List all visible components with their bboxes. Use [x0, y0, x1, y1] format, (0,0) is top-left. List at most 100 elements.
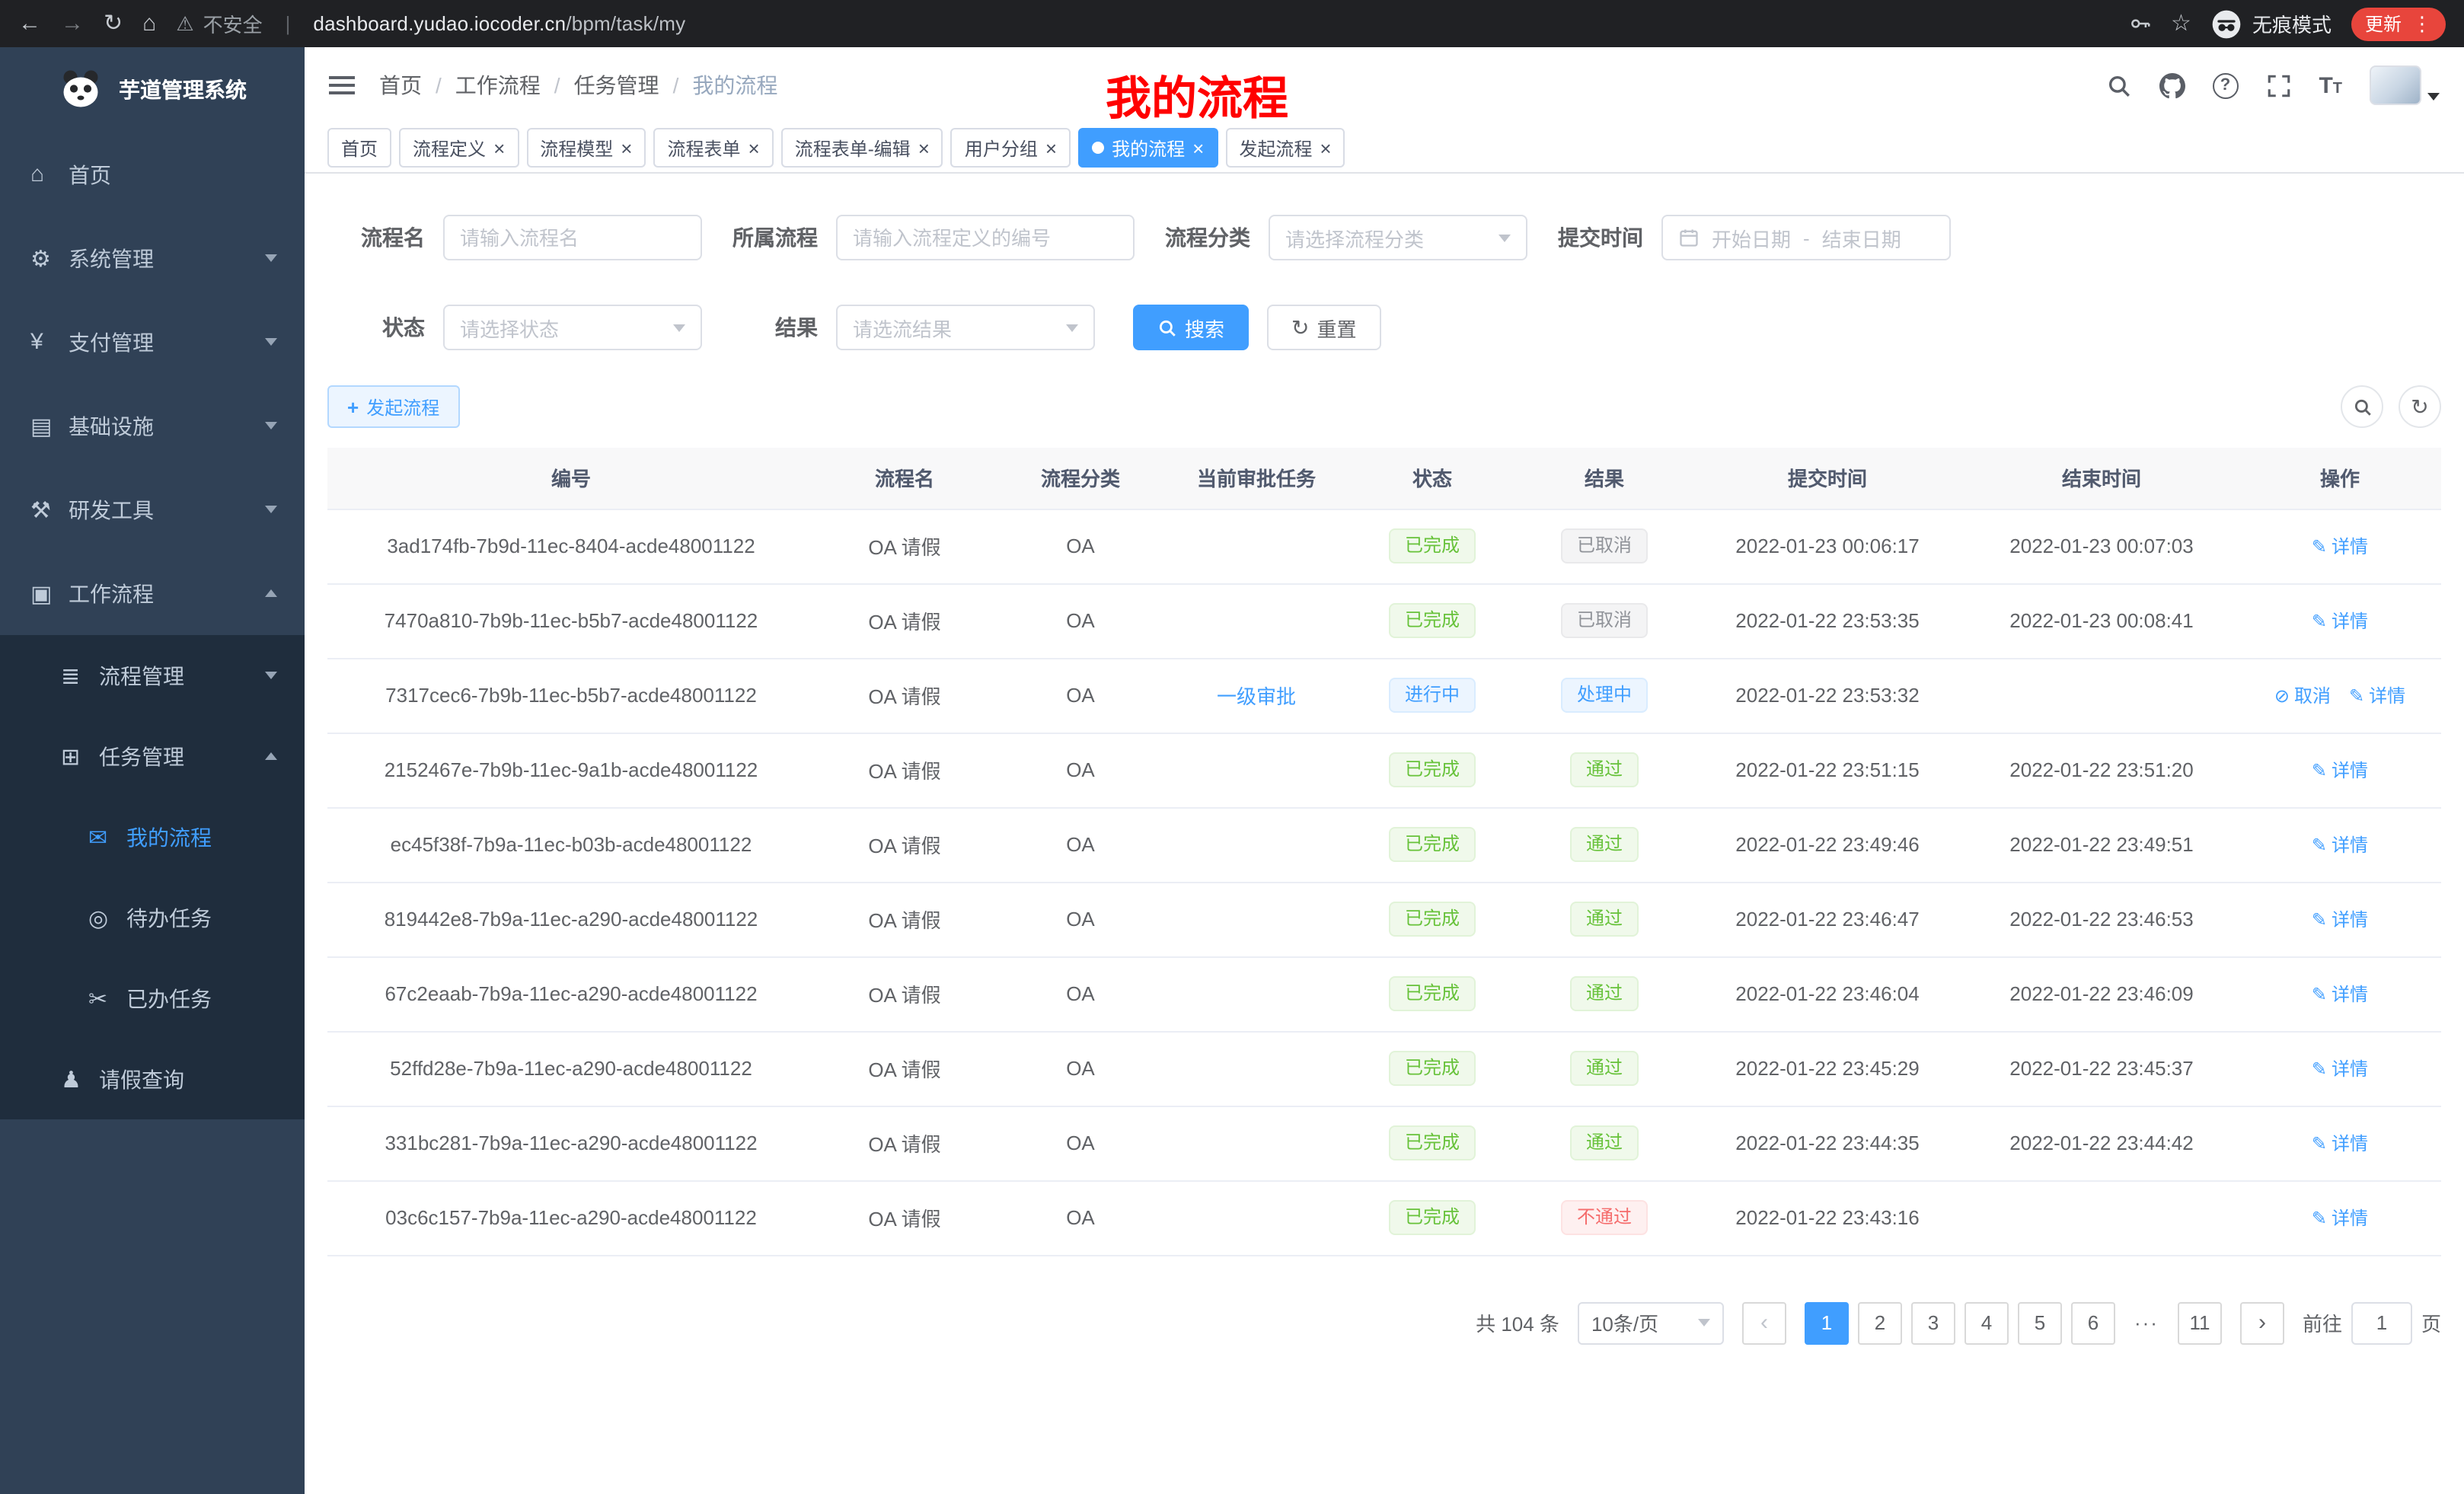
back-icon[interactable]: ← [18, 12, 41, 35]
sidebar-item-todo-tasks[interactable]: ◎待办任务 [0, 877, 305, 958]
detail-link[interactable]: ✎详情 [2312, 1205, 2368, 1231]
sidebar-item-workflow[interactable]: ▣工作流程 [0, 551, 305, 635]
refresh-icon: ↻ [1291, 317, 1309, 338]
sidebar-item-task-management[interactable]: ⊞任务管理 [0, 716, 305, 796]
detail-link[interactable]: ✎详情 [2312, 981, 2368, 1007]
detail-link[interactable]: ✎详情 [2312, 832, 2368, 857]
pagination-page-4[interactable]: 4 [1964, 1301, 2009, 1344]
start-date-placeholder: 开始日期 [1712, 223, 1791, 252]
home-icon[interactable]: ⌂ [142, 12, 156, 35]
close-icon[interactable]: × [1192, 138, 1204, 158]
cell-category: OA [994, 1106, 1167, 1180]
key-icon[interactable] [2128, 12, 2151, 35]
category-select[interactable]: 请选择流程分类 [1269, 215, 1527, 260]
workflow-icon: ▣ [30, 579, 69, 607]
cell-status: 已完成 [1346, 733, 1518, 807]
detail-link[interactable]: ✎详情 [2312, 533, 2368, 559]
search-button[interactable]: 搜索 [1133, 305, 1249, 350]
navbar-icons: ? TT [2105, 65, 2440, 105]
cancel-link[interactable]: ⊘取消 [2274, 682, 2331, 708]
sidebar-item-infrastructure[interactable]: ▤基础设施 [0, 384, 305, 468]
sidebar-item-done-tasks[interactable]: ✂已办任务 [0, 958, 305, 1039]
sidebar-item-leave-query[interactable]: ♟请假查询 [0, 1039, 305, 1119]
close-icon[interactable]: × [621, 138, 632, 158]
status-badge: 已完成 [1390, 901, 1475, 937]
app-logo[interactable]: 芋道管理系统 [0, 47, 305, 132]
tab-start-process[interactable]: 发起流程× [1225, 128, 1345, 168]
close-icon[interactable]: × [748, 138, 760, 158]
user-menu[interactable] [2370, 65, 2440, 105]
pagination-page-1[interactable]: 1 [1805, 1301, 1849, 1344]
search-icon[interactable] [2105, 72, 2131, 98]
detail-link[interactable]: ✎详情 [2349, 682, 2405, 708]
update-button[interactable]: 更新 ⋮ [2351, 7, 2446, 40]
tab-my-process[interactable]: 我的流程× [1078, 128, 1218, 168]
github-icon[interactable] [2159, 72, 2185, 98]
sidebar-item-payment-management[interactable]: ¥支付管理 [0, 300, 305, 384]
cell-status: 已完成 [1346, 956, 1518, 1031]
toggle-search-button[interactable] [2341, 385, 2383, 428]
sidebar-item-dev-tools[interactable]: ⚒研发工具 [0, 468, 305, 551]
avatar[interactable] [2370, 65, 2421, 105]
detail-link[interactable]: ✎详情 [2312, 1055, 2368, 1081]
result-select[interactable]: 请选流结果 [836, 305, 1095, 350]
hamburger-icon[interactable] [329, 70, 355, 101]
cell-status: 已完成 [1346, 1180, 1518, 1255]
tab-process-form-edit[interactable]: 流程表单-编辑× [781, 128, 943, 168]
security-chip[interactable]: ⚠ 不安全 [176, 9, 262, 38]
close-icon[interactable]: × [1045, 138, 1057, 158]
tab-user-group[interactable]: 用户分组× [951, 128, 1071, 168]
close-icon[interactable]: × [493, 138, 505, 158]
goto-page-input[interactable] [2351, 1301, 2412, 1344]
breadcrumb-item[interactable]: 首页 [379, 70, 422, 101]
reset-button[interactable]: ↻ 重置 [1267, 305, 1381, 350]
pagination-page-11[interactable]: 11 [2178, 1301, 2222, 1344]
detail-link[interactable]: ✎详情 [2312, 757, 2368, 783]
pagination-page-6[interactable]: 6 [2071, 1301, 2115, 1344]
current-task-link[interactable]: 一级审批 [1217, 685, 1296, 708]
bookmark-star-icon[interactable]: ☆ [2171, 12, 2191, 35]
process-def-input[interactable] [836, 215, 1135, 260]
tab-home[interactable]: 首页 [327, 128, 391, 168]
detail-link[interactable]: ✎详情 [2312, 608, 2368, 634]
result-badge: 通过 [1571, 826, 1638, 862]
breadcrumb-item[interactable]: 任务管理 [574, 70, 659, 101]
sidebar-item-process-management[interactable]: ≣流程管理 [0, 635, 305, 716]
prev-page-button[interactable]: ‹ [1742, 1301, 1786, 1344]
forward-icon[interactable]: → [61, 12, 84, 35]
address-url[interactable]: dashboard.yudao.iocoder.cn/bpm/task/my [313, 12, 685, 35]
sidebar-item-my-process[interactable]: ✉我的流程 [0, 796, 305, 877]
sidebar-item-system-management[interactable]: ⚙系统管理 [0, 216, 305, 300]
process-name-input[interactable] [443, 215, 702, 260]
tab-process-model[interactable]: 流程模型× [526, 128, 646, 168]
column-header: 流程名 [815, 448, 994, 509]
submit-time-range-picker[interactable]: 开始日期 - 结束日期 [1661, 215, 1951, 260]
font-size-icon[interactable]: TT [2319, 74, 2342, 97]
goto-unit: 页 [2421, 1308, 2441, 1337]
sidebar-item-home[interactable]: ⌂首页 [0, 132, 305, 216]
next-page-button[interactable]: › [2240, 1301, 2284, 1344]
tab-process-definition[interactable]: 流程定义× [399, 128, 519, 168]
close-icon[interactable]: × [918, 138, 930, 158]
close-icon[interactable]: × [1320, 138, 1331, 158]
fullscreen-icon[interactable] [2265, 72, 2291, 98]
cell-actions: ✎详情 [2239, 882, 2441, 956]
pagination-page-3[interactable]: 3 [1911, 1301, 1955, 1344]
detail-link[interactable]: ✎详情 [2312, 1130, 2368, 1156]
browser-menu-dots-icon[interactable]: ⋮ [2412, 11, 2432, 36]
sidebar-item-label: 研发工具 [69, 494, 265, 525]
pagination-ellipsis[interactable]: ··· [2124, 1301, 2169, 1344]
status-select[interactable]: 请选择状态 [443, 305, 702, 350]
pagination-page-2[interactable]: 2 [1858, 1301, 1902, 1344]
pagination-page-5[interactable]: 5 [2018, 1301, 2062, 1344]
create-process-button[interactable]: + 发起流程 [327, 385, 459, 428]
reload-icon[interactable]: ↻ [104, 12, 123, 35]
breadcrumb-item[interactable]: 工作流程 [455, 70, 541, 101]
help-icon[interactable]: ? [2212, 72, 2238, 98]
result-badge: 已取消 [1562, 602, 1647, 638]
page-size-select[interactable]: 10条/页 [1578, 1301, 1724, 1344]
detail-link[interactable]: ✎详情 [2312, 906, 2368, 932]
refresh-table-button[interactable]: ↻ [2399, 385, 2441, 428]
column-header: 编号 [327, 448, 815, 509]
tab-process-form[interactable]: 流程表单× [653, 128, 773, 168]
